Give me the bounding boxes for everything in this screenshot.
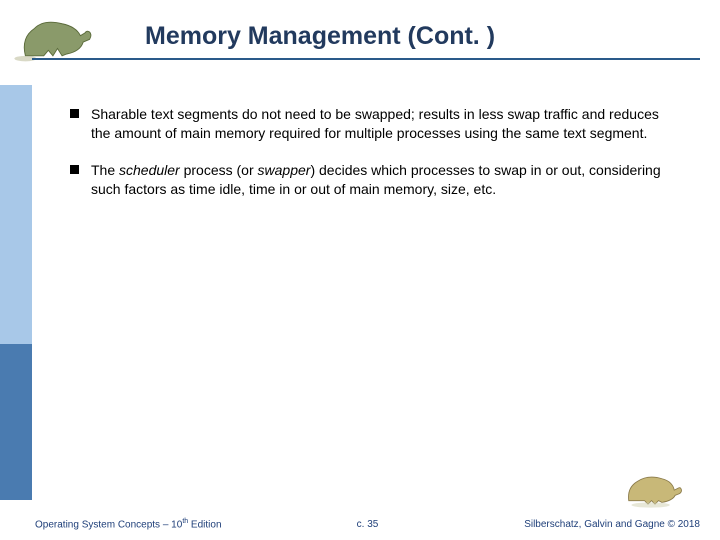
- slide-header: Memory Management (Cont. ): [0, 0, 720, 70]
- bullet-item: The scheduler process (or swapper) decid…: [70, 161, 680, 199]
- dinosaur-logo-bottom-icon: [620, 465, 690, 510]
- sidebar-accent: [0, 85, 32, 500]
- bullet-square-icon: [70, 109, 79, 118]
- header-underline: [32, 58, 700, 60]
- bullet-item: Sharable text segments do not need to be…: [70, 105, 680, 143]
- bullet-text-italic: swapper: [258, 162, 311, 178]
- slide-title: Memory Management (Cont. ): [145, 22, 495, 51]
- footer-left: Operating System Concepts – 10th Edition: [35, 518, 222, 530]
- bullet-square-icon: [70, 165, 79, 174]
- bullet-text-segment: Sharable text segments do not need to be…: [91, 106, 659, 141]
- slide-footer: Operating System Concepts – 10th Edition…: [35, 518, 700, 530]
- bullet-text-italic: scheduler: [119, 162, 184, 178]
- bullet-text-segment: The: [91, 162, 119, 178]
- bullet-text: Sharable text segments do not need to be…: [91, 105, 680, 143]
- dinosaur-logo-top-icon: [10, 10, 105, 65]
- footer-page-number: c. 35: [357, 519, 379, 530]
- bullet-text: The scheduler process (or swapper) decid…: [91, 161, 680, 199]
- footer-edition-label: Edition: [188, 519, 221, 530]
- slide-content: Sharable text segments do not need to be…: [70, 105, 680, 217]
- bullet-text-segment: process (or: [184, 162, 258, 178]
- footer-book-title: Operating System Concepts – 10: [35, 519, 182, 530]
- footer-copyright: Silberschatz, Galvin and Gagne © 2018: [524, 519, 700, 530]
- sidebar-segment-light: [0, 85, 32, 344]
- sidebar-segment-dark: [0, 344, 32, 500]
